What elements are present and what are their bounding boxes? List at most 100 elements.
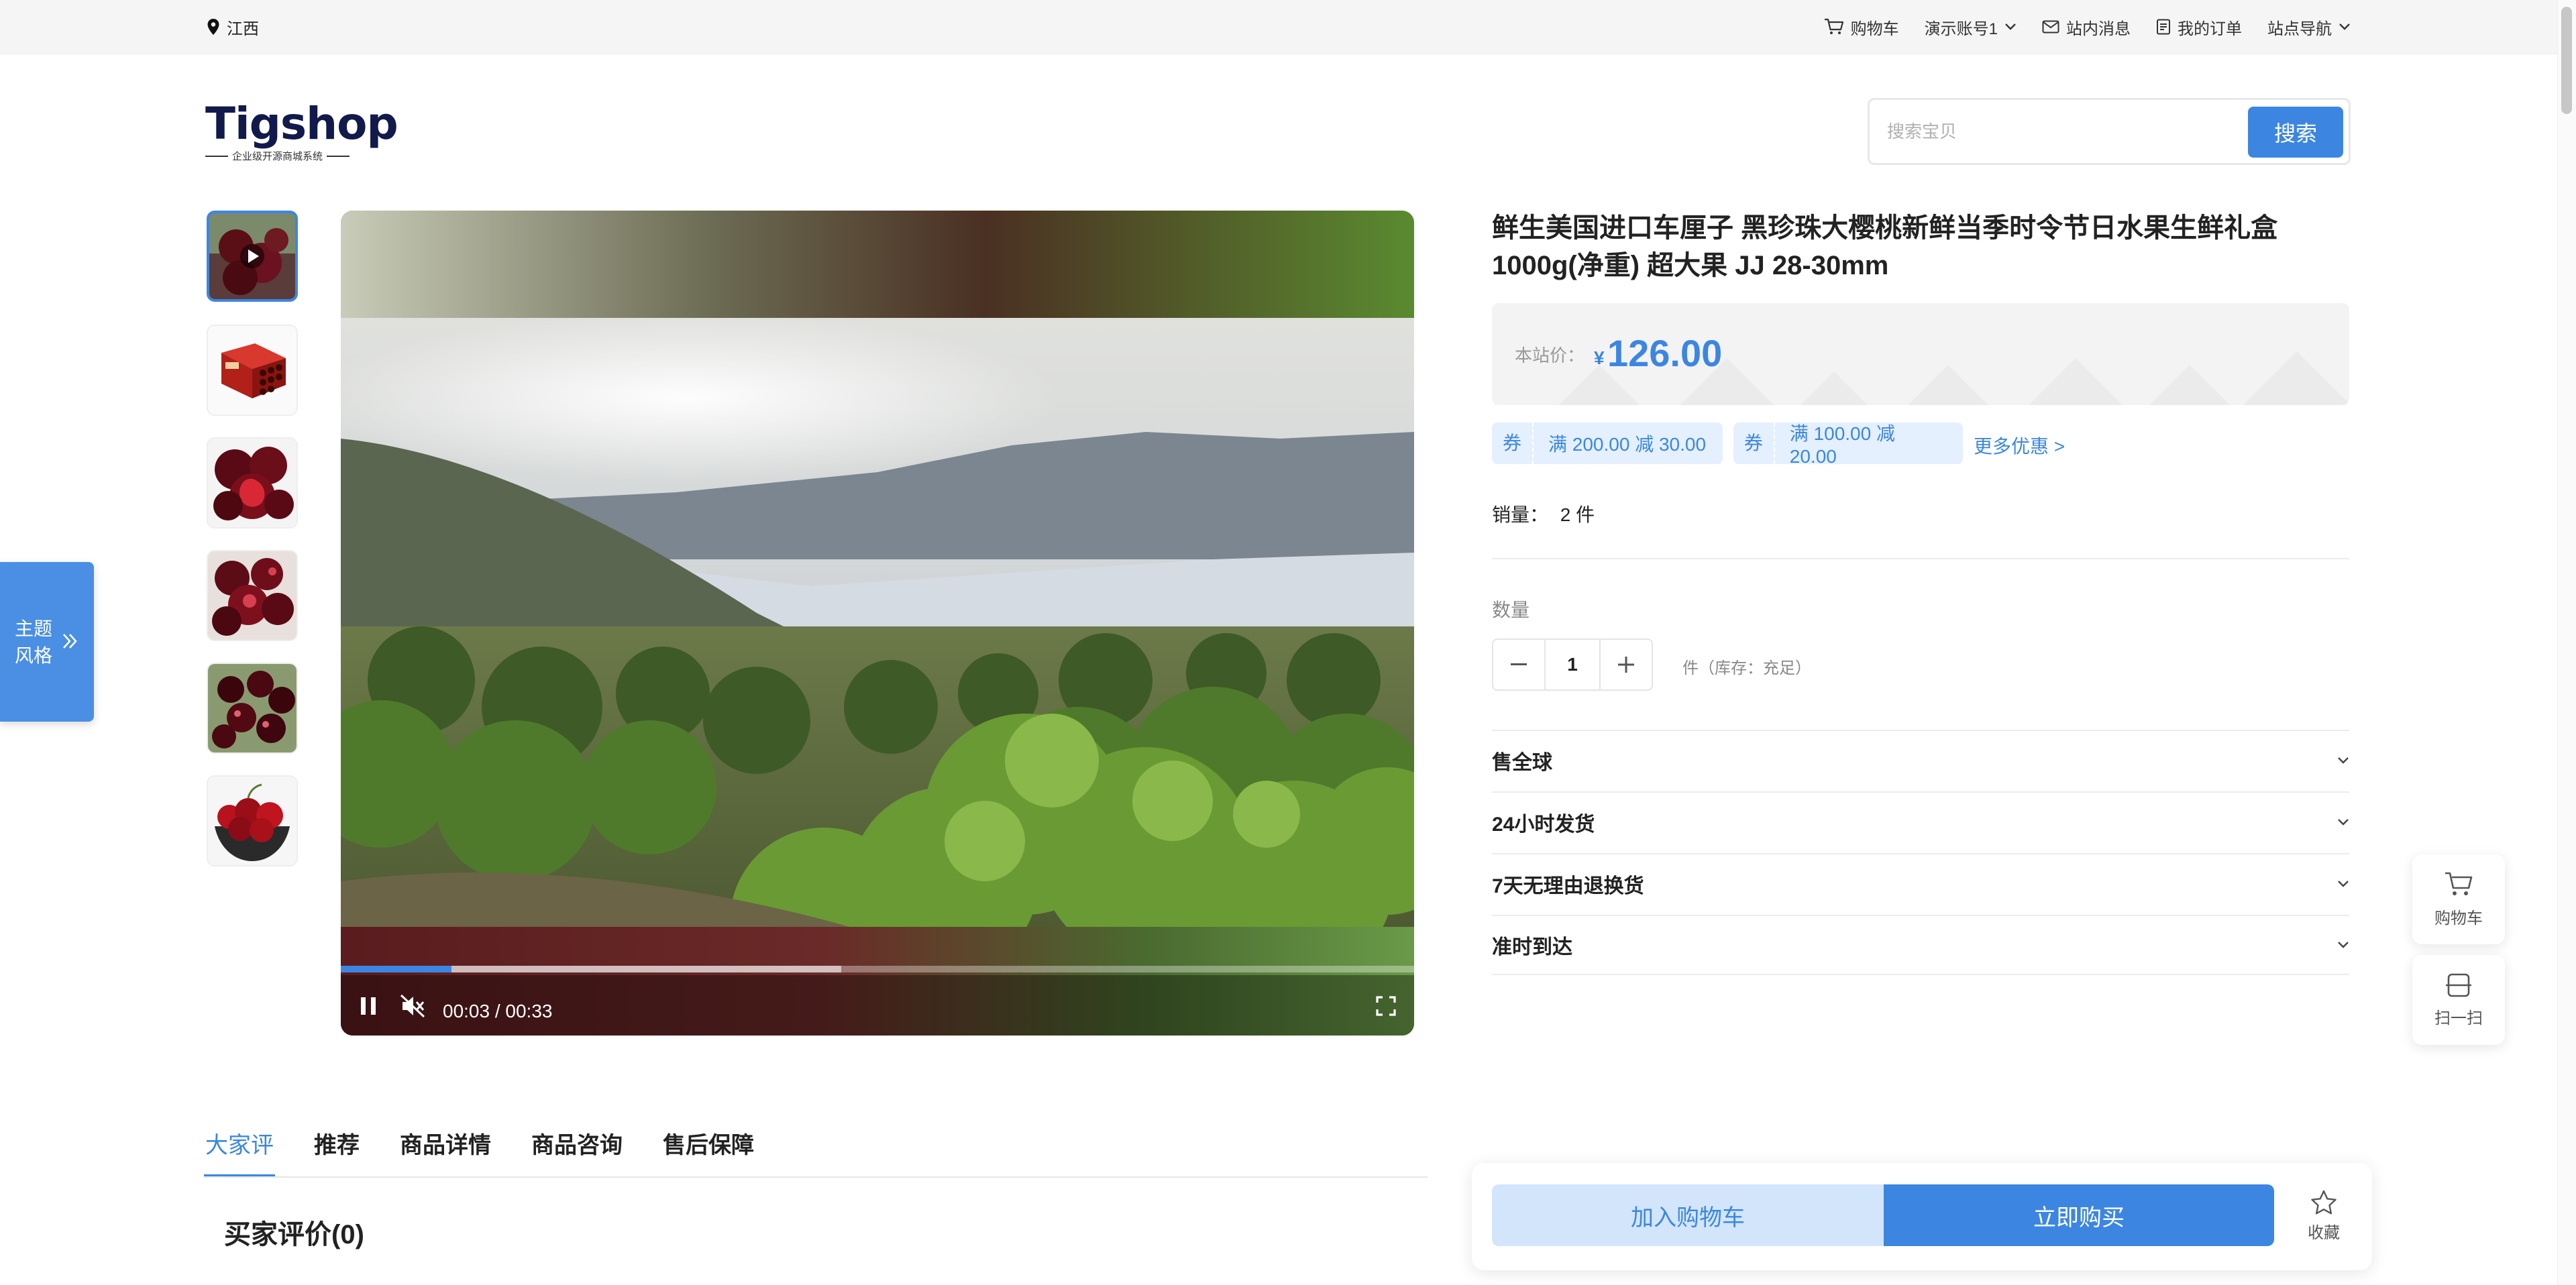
coupon-1[interactable]: 券 满 200.00 减 30.00 <box>1492 423 1723 464</box>
service-item-on-time[interactable]: 准时到达 <box>1492 915 2349 975</box>
chevron-down-icon <box>2337 818 2349 826</box>
coupon-text: 满 100.00 减 20.00 <box>1789 423 1895 467</box>
floating-scan-button[interactable]: 扫一扫 <box>2412 955 2505 1045</box>
quantity-decrease-button[interactable] <box>1493 640 1544 689</box>
buy-now-button[interactable]: 立即购买 <box>1884 1184 2274 1246</box>
tab-recommend[interactable]: 推荐 <box>313 1127 361 1178</box>
sales-label: 销量： <box>1492 504 1549 525</box>
thumbnail-2[interactable] <box>207 325 298 416</box>
fullscreen-icon <box>1375 995 1397 1017</box>
top-nav-orders[interactable]: 我的订单 <box>2156 15 2242 39</box>
divider <box>1492 558 2349 559</box>
search-button[interactable]: 搜索 <box>2248 107 2343 158</box>
coupon-tag: 券 <box>1733 423 1775 464</box>
theme-style-label-line1: 主题 <box>15 618 53 639</box>
service-label: 7天无理由退换货 <box>1492 875 1644 897</box>
top-nav-messages[interactable]: 站内消息 <box>2042 15 2131 39</box>
floating-cart-button[interactable]: 购物车 <box>2412 854 2505 944</box>
thumbnail-3[interactable] <box>207 437 298 528</box>
page-scrollbar[interactable] <box>2557 0 2576 1285</box>
thumbnail-6[interactable] <box>207 775 298 867</box>
chevron-down-icon <box>2337 757 2349 765</box>
cart-icon <box>2444 871 2473 898</box>
tab-consult[interactable]: 商品咨询 <box>530 1127 624 1178</box>
top-nav-account[interactable]: 演示账号1 <box>1925 15 2017 39</box>
video-time: 00:03 / 00:33 <box>443 1001 553 1021</box>
thumbnail-5[interactable] <box>207 663 298 754</box>
video-controls: 00:03 / 00:33 <box>341 966 1414 1036</box>
cart-icon <box>1824 18 1844 36</box>
floating-scan-label: 扫一扫 <box>2434 1009 2483 1027</box>
scan-icon <box>2445 972 2472 998</box>
tab-details[interactable]: 商品详情 <box>398 1127 492 1178</box>
pause-icon <box>358 995 378 1017</box>
product-video[interactable]: 00:03 / 00:33 <box>341 211 1414 1036</box>
service-item-7day-return[interactable]: 7天无理由退换货 <box>1492 853 2349 913</box>
site-logo[interactable]: Tigshop 企业级开源商城系统 <box>205 101 398 164</box>
page-scrollbar-thumb[interactable] <box>2561 7 2572 114</box>
floating-cart-label: 购物车 <box>2434 909 2483 928</box>
coupon-text: 满 200.00 减 30.00 <box>1548 434 1707 455</box>
add-to-cart-button[interactable]: 加入购物车 <box>1492 1184 1884 1246</box>
top-nav-cart-label: 购物车 <box>1850 19 1899 38</box>
double-chevron-right-icon <box>62 632 78 651</box>
service-item-global[interactable]: 售全球 <box>1492 730 2349 790</box>
sales-value: 2 件 <box>1560 504 1595 525</box>
theme-style-tab[interactable]: 主题 风格 <box>0 562 94 722</box>
order-list-icon <box>2156 19 2171 35</box>
price-label: 本站价： <box>1515 345 1585 366</box>
service-label: 24小时发货 <box>1492 814 1595 836</box>
coupon-2[interactable]: 券 满 100.00 减 20.00 <box>1733 423 1963 467</box>
plus-icon <box>1617 657 1634 673</box>
chevron-down-icon <box>2337 941 2349 949</box>
coupon-tag: 券 <box>1492 423 1534 464</box>
search-box: 搜索 <box>1868 98 2351 165</box>
quantity-label: 数量 <box>1492 600 1530 620</box>
service-label: 准时到达 <box>1492 936 1572 958</box>
logo-tagline-text: 企业级开源商城系统 <box>232 151 323 162</box>
top-nav-cart[interactable]: 购物车 <box>1824 15 1899 39</box>
thumbnail-4[interactable] <box>207 550 298 641</box>
service-label: 售全球 <box>1492 752 1552 774</box>
favorite-button[interactable]: 收藏 <box>2294 1190 2353 1243</box>
volume-muted-icon <box>400 994 427 1018</box>
product-title: 鲜生美国进口车厘子 黑珍珠大樱桃新鲜当季时令节日水果生鲜礼盒1000g(净重) … <box>1492 213 2278 280</box>
reviews-title: 买家评价(0) <box>224 1220 364 1249</box>
price-amount: 126.00 <box>1607 332 1723 374</box>
chevron-down-icon <box>2004 23 2017 31</box>
quantity-increase-button[interactable] <box>1601 640 1652 689</box>
location-label: 江西 <box>227 19 259 38</box>
top-nav-orders-label: 我的订单 <box>2178 19 2242 38</box>
top-bar: 江西 购物车 演示账号1 站内消息 我的订单 站点导航 <box>0 0 2576 54</box>
fullscreen-button[interactable] <box>1375 995 1397 1017</box>
mute-button[interactable] <box>400 994 427 1018</box>
search-input[interactable] <box>1886 117 2237 146</box>
star-icon <box>2310 1190 2337 1215</box>
tab-after-sales[interactable]: 售后保障 <box>661 1127 755 1178</box>
top-nav-site-nav[interactable]: 站点导航 <box>2267 15 2351 39</box>
tab-reviews[interactable]: 大家评 <box>204 1127 275 1178</box>
quantity-input[interactable]: 1 <box>1544 640 1601 689</box>
chevron-down-icon <box>2337 880 2349 888</box>
pause-button[interactable] <box>358 995 378 1017</box>
service-item-24h-shipping[interactable]: 24小时发货 <box>1492 791 2349 852</box>
thumbnail-video[interactable] <box>207 211 298 302</box>
quantity-stepper: 1 <box>1492 638 1653 691</box>
location-pin-icon <box>207 18 220 36</box>
video-played-bar <box>341 966 451 972</box>
mail-icon <box>2042 20 2059 34</box>
minus-icon <box>1511 663 1527 666</box>
favorite-label: 收藏 <box>2308 1224 2340 1242</box>
location-selector[interactable]: 江西 <box>207 16 259 38</box>
logo-tagline: 企业级开源商城系统 <box>205 149 393 163</box>
chevron-down-icon <box>2339 23 2351 31</box>
theme-style-label: 主题 风格 <box>15 616 55 669</box>
stock-status: 件（库存：充足） <box>1682 659 1811 677</box>
more-deals-link[interactable]: 更多优惠 > <box>1974 432 2065 459</box>
sales-count: 销量： 2 件 <box>1492 500 1595 527</box>
buy-bar: 加入购物车 立即购买 收藏 <box>1472 1163 2372 1270</box>
top-nav-site-nav-label: 站点导航 <box>2267 19 2332 38</box>
price-box: 本站价： ¥ 126.00 <box>1492 303 2349 405</box>
top-nav-account-label: 演示账号1 <box>1924 19 1998 38</box>
tabs-divider <box>204 1176 1428 1178</box>
